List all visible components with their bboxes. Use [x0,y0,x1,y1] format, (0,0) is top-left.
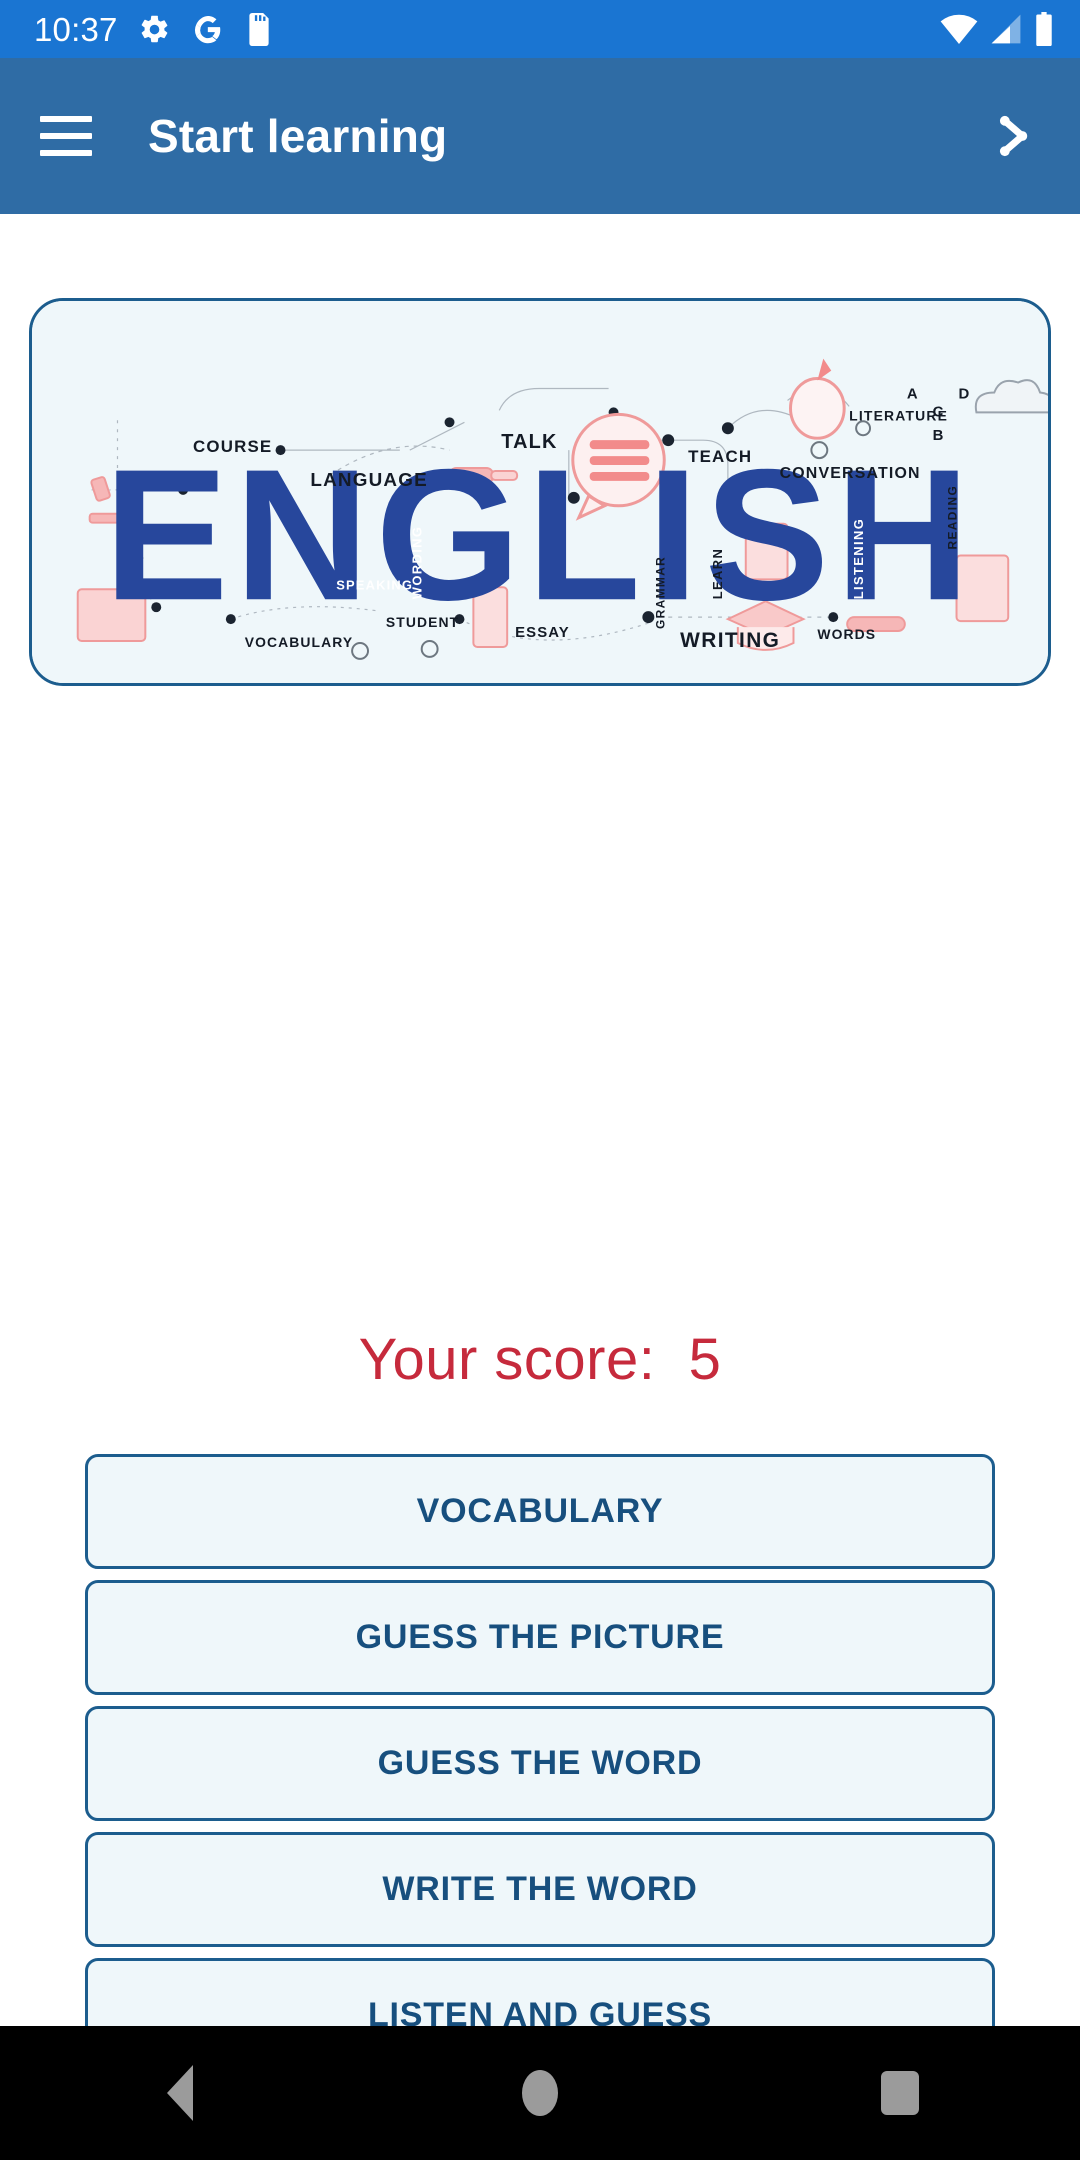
recents-button[interactable] [830,2026,970,2160]
main-content: ENGLISH COURSE LANGUAGE TALK TEACH CONVE… [0,214,1080,2160]
svg-text:C: C [933,404,944,420]
home-button[interactable] [470,2026,610,2160]
home-circle-icon [522,2070,558,2116]
app-bar: Start learning [0,58,1080,214]
status-bar-clock: 10:37 [34,10,118,48]
gear-icon [141,15,167,42]
status-bar: 10:37 [0,0,1080,58]
english-image-card[interactable]: ENGLISH COURSE LANGUAGE TALK TEACH CONVE… [29,298,1051,686]
chevron-right-icon[interactable] [976,99,1050,173]
english-headline: ENGLISH [104,430,976,639]
svg-text:WORDS: WORDS [817,626,876,642]
vocabulary-button[interactable]: VOCABULARY [85,1454,995,1569]
svg-text:TALK: TALK [501,431,557,453]
hamburger-menu-icon[interactable] [40,116,92,156]
wifi-icon [940,14,978,45]
svg-text:ESSAY: ESSAY [515,625,570,641]
guess-the-picture-button[interactable]: GUESS THE PICTURE [85,1580,995,1695]
svg-text:B: B [933,428,944,444]
svg-text:A: A [907,386,918,402]
page-title: Start learning [148,110,448,162]
svg-text:TEACH: TEACH [688,447,752,466]
svg-text:GRAMMAR: GRAMMAR [653,556,667,629]
status-bar-left: 10:37 [34,10,274,48]
svg-text:VOCABULARY: VOCABULARY [245,634,354,650]
android-navigation-bar [0,2026,1080,2160]
phone-screen: 10:37 Start learning ENGLISH COURSE LANG… [0,0,1080,2160]
score-row: Your score: 5 [0,1326,1080,1393]
svg-text:SPEAKING: SPEAKING [336,577,413,592]
back-triangle-icon [167,2065,193,2121]
svg-text:WORDING: WORDING [410,526,425,600]
svg-text:COURSE: COURSE [193,437,272,456]
status-bar-right [940,12,1054,46]
hamburger-bar [40,150,92,156]
cellular-signal-icon [991,14,1021,44]
svg-text:LEARN: LEARN [710,548,725,599]
svg-text:STUDENT: STUDENT [386,614,459,630]
battery-icon [1036,12,1052,46]
score-text: Your score: 5 [358,1327,722,1392]
svg-text:READING: READING [946,485,960,550]
write-the-word-button[interactable]: WRITE THE WORD [85,1832,995,1947]
recents-square-icon [881,2071,919,2115]
hamburger-bar [40,116,92,122]
guess-the-word-button[interactable]: GUESS THE WORD [85,1706,995,1821]
svg-text:WRITING: WRITING [680,629,780,652]
svg-text:CONVERSATION: CONVERSATION [780,465,921,482]
english-illustration: ENGLISH COURSE LANGUAGE TALK TEACH CONVE… [32,301,1048,683]
sd-card-icon [248,12,269,46]
svg-text:D: D [959,386,970,402]
back-button[interactable] [110,2026,250,2160]
google-g-icon [194,15,220,43]
svg-text:LANGUAGE: LANGUAGE [310,470,428,491]
hamburger-bar [40,133,92,139]
svg-text:LISTENING: LISTENING [851,518,866,599]
